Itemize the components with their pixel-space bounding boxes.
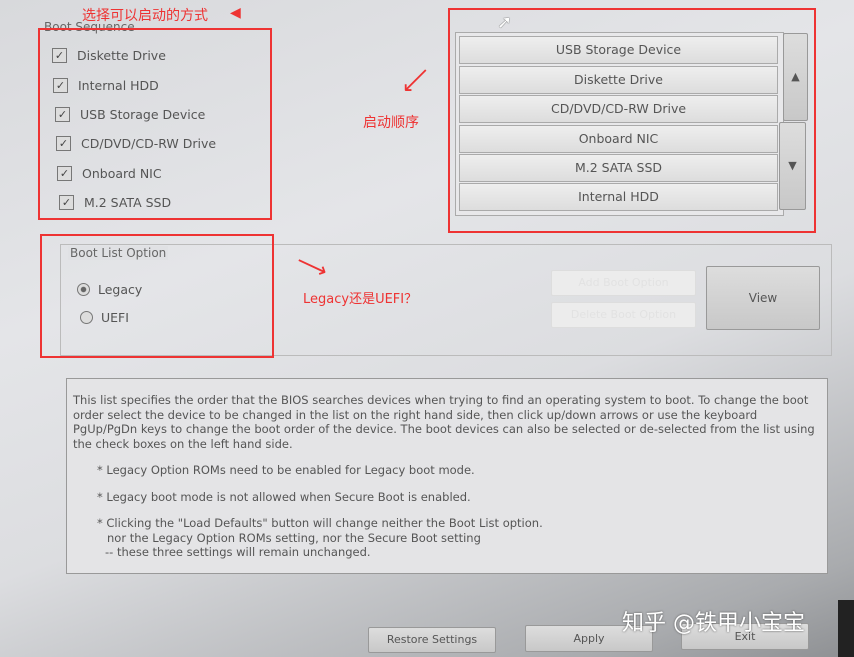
restore-settings-button[interactable]: Restore Settings (368, 627, 496, 653)
mouse-cursor-icon: ➚ (497, 12, 513, 33)
view-button[interactable]: View (706, 266, 820, 330)
help-bullet-cont: -- these three settings will remain unch… (105, 545, 371, 559)
annotation-mode: Legacy还是UEFI？ (303, 292, 418, 307)
help-bullet: * Legacy Option ROMs need to be enabled … (97, 463, 475, 477)
annotation-select: 选择可以启动的方式 (82, 8, 208, 24)
annotation-order: 启动顺序 (363, 115, 419, 131)
add-boot-option-button[interactable]: Add Boot Option (551, 270, 696, 296)
arrow-left-icon: ◀ (230, 5, 241, 21)
annotation-box-devices (38, 28, 272, 220)
delete-boot-option-button[interactable]: Delete Boot Option (551, 302, 696, 328)
watermark: 知乎 @铁甲小宝宝 (622, 611, 805, 636)
help-paragraph: This list specifies the order that the B… (73, 393, 815, 451)
arrow-down-left-icon: ⟵ (395, 60, 436, 101)
screen-edge (838, 600, 854, 657)
help-text-panel: This list specifies the order that the B… (66, 378, 828, 574)
help-bullet: * Clicking the "Load Defaults" button wi… (97, 516, 543, 530)
help-bullet: * Legacy boot mode is not allowed when S… (97, 489, 471, 504)
annotation-box-mode (40, 234, 274, 358)
help-bullet-cont: nor the Legacy Option ROMs setting, nor … (107, 530, 481, 545)
annotation-box-order (448, 8, 816, 233)
